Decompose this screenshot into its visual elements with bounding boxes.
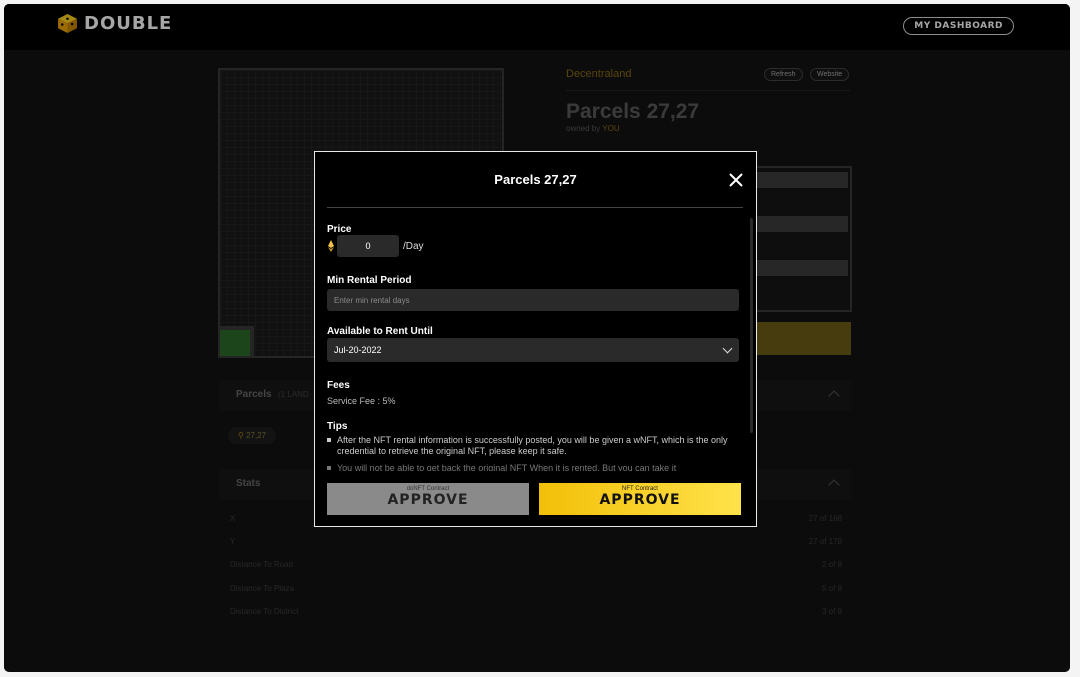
- rent-listing-modal: Parcels 27,27 Price 0 /Day Min Rental Pe…: [314, 151, 757, 527]
- price-unit: /Day: [403, 241, 424, 252]
- approve-donft-button[interactable]: doNFT Contract APPROVE: [327, 483, 529, 515]
- price-input[interactable]: 0: [337, 235, 399, 257]
- button-label: APPROVE: [599, 492, 681, 508]
- available-until-select[interactable]: Jul-20-2022: [327, 338, 739, 362]
- price-label: Price: [327, 224, 352, 235]
- tips-label: Tips: [327, 421, 348, 432]
- tip-item: After the NFT rental information is succ…: [327, 435, 739, 457]
- min-rental-input[interactable]: [327, 289, 739, 311]
- app-window: DOUBLE MY DASHBOARD Decentraland Refresh…: [4, 4, 1070, 672]
- tip-item: You will not be able to get back the ori…: [327, 463, 739, 471]
- min-rental-label: Min Rental Period: [327, 275, 412, 286]
- modal-title: Parcels 27,27: [494, 172, 577, 187]
- ethereum-icon: [328, 240, 334, 252]
- modal-divider: [327, 207, 743, 208]
- chevron-down-icon: [722, 343, 733, 354]
- available-until-label: Available to Rent Until: [327, 326, 433, 337]
- approve-nft-button[interactable]: NFT Contract APPROVE: [539, 483, 741, 515]
- fees-label: Fees: [327, 380, 350, 391]
- button-label: APPROVE: [387, 492, 469, 508]
- close-icon[interactable]: [728, 172, 744, 188]
- available-until-value: Jul-20-2022: [334, 345, 382, 355]
- modal-scrollbar[interactable]: [750, 218, 753, 433]
- service-fee-text: Service Fee : 5%: [327, 396, 396, 406]
